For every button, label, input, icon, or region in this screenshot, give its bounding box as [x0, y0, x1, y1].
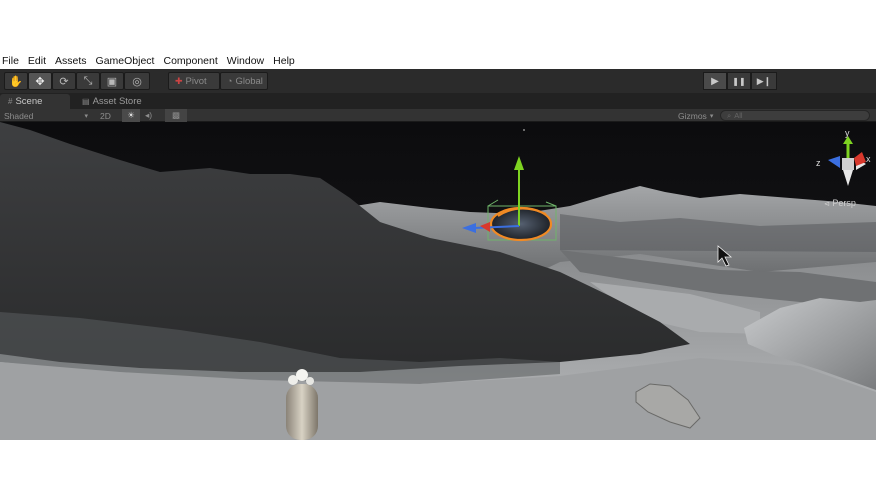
capsule-head [296, 369, 308, 381]
gizmos-dropdown[interactable]: Gizmos ▾ [678, 109, 718, 122]
persp-label[interactable]: ⊲ Persp [824, 198, 856, 208]
tab-asset-store-label: Asset Store [92, 96, 142, 107]
play-icon: ▶ [711, 75, 719, 87]
scene-render [0, 122, 876, 440]
pivot-icon: ✚ [175, 75, 183, 86]
global-label: Global [235, 75, 263, 87]
pivot-toggle-button[interactable]: ✚ Pivot [168, 72, 220, 90]
shading-mode-dropdown[interactable]: Shaded ▾ [4, 109, 92, 122]
pause-icon: ❚❚ [732, 76, 746, 86]
search-icon: ⌕ [727, 110, 732, 120]
rotate-tool-button[interactable]: ⟳ [52, 72, 76, 90]
hand-icon: ✋ [9, 75, 23, 88]
menu-component[interactable]: Component [163, 55, 217, 67]
rect-tool-button[interactable]: ▣ [100, 72, 124, 90]
menu-bar: File Edit Assets GameObject Component Wi… [0, 52, 876, 69]
scale-tool-button[interactable]: ⤡ [76, 72, 100, 90]
tab-bar: # Scene ▤ Asset Store [0, 93, 876, 109]
rotate-icon: ⟳ [59, 75, 69, 88]
image-effects-icon: ▩ [171, 110, 181, 120]
2d-label: 2D [100, 110, 111, 121]
effects-toggle-button[interactable]: ▩ [165, 109, 187, 122]
asset-store-icon: ▤ [82, 97, 90, 106]
lighting-toggle-button[interactable]: ☀ [122, 109, 140, 122]
scene-options-bar: Shaded ▾ 2D ☀ ◂) ▩ Gizmos ▾ ⌕ All [0, 109, 876, 122]
dropdown-arrow-icon: ▾ [84, 112, 88, 120]
shading-mode-label: Shaded [4, 110, 34, 121]
player-capsule[interactable] [286, 384, 318, 440]
star [523, 129, 525, 131]
menu-assets[interactable]: Assets [55, 55, 87, 67]
dropdown-arrow-icon: ▾ [709, 112, 714, 120]
transform-tool-button[interactable]: ◎ [124, 72, 150, 90]
search-placeholder: All [734, 111, 743, 120]
transform-icon: ◎ [132, 75, 142, 88]
play-button[interactable]: ▶ [703, 72, 727, 90]
scene-search-input[interactable]: ⌕ All [720, 110, 870, 121]
gizmo-z-label: z [816, 158, 821, 168]
globe-icon: ◔ [227, 76, 233, 86]
menu-window[interactable]: Window [227, 55, 264, 67]
move-tool-button[interactable]: ✥ [28, 72, 52, 90]
sun-icon: ☀ [127, 110, 135, 120]
main-toolbar: ✋ ✥ ⟳ ⤡ ▣ ◎ ✚ Pivot ◔ Global ▶ ❚❚ ▶❙ [0, 69, 876, 93]
menu-edit[interactable]: Edit [28, 55, 46, 67]
menu-help[interactable]: Help [273, 55, 295, 67]
scale-icon: ⤡ [83, 74, 93, 87]
pivot-label: Pivot [185, 75, 207, 87]
tab-scene-label: Scene [15, 96, 43, 107]
2d-toggle-button[interactable]: 2D [100, 109, 116, 122]
tab-asset-store[interactable]: ▤ Asset Store [74, 94, 154, 109]
gizmo-x-label: x [866, 154, 871, 164]
capsule-ear-right [306, 377, 314, 385]
menu-file[interactable]: File [2, 55, 19, 67]
pause-button[interactable]: ❚❚ [727, 72, 751, 90]
tab-scene[interactable]: # Scene [0, 94, 70, 109]
step-icon: ▶❙ [756, 75, 772, 86]
persp-icon: ⊲ [824, 201, 830, 208]
gizmos-label: Gizmos [678, 110, 707, 121]
step-button[interactable]: ▶❙ [751, 72, 777, 90]
gizmo-y-label: y [845, 128, 850, 138]
rect-icon: ▣ [106, 75, 118, 88]
scene-viewport[interactable]: y x z ⊲ Persp [0, 122, 876, 440]
audio-toggle-button[interactable]: ◂) [145, 109, 161, 122]
bottom-margin [0, 440, 876, 492]
move-icon: ✥ [35, 75, 45, 88]
scene-grid-icon: # [8, 97, 13, 106]
menu-gameobject[interactable]: GameObject [96, 55, 155, 67]
gizmo-center-cube[interactable] [842, 158, 854, 170]
speaker-icon: ◂) [145, 110, 153, 120]
hand-tool-button[interactable]: ✋ [4, 72, 28, 90]
global-toggle-button[interactable]: ◔ Global [220, 72, 268, 90]
